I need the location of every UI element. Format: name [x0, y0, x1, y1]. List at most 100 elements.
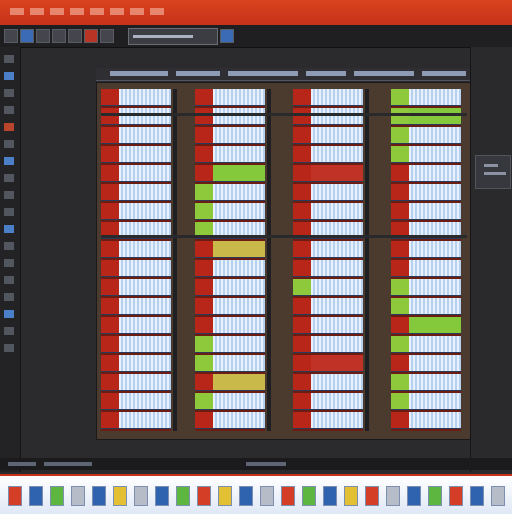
canvas-cell[interactable]: [293, 203, 363, 220]
canvas-cell[interactable]: [391, 298, 461, 315]
canvas-cell[interactable]: [293, 89, 363, 106]
video-icon[interactable]: [239, 486, 253, 506]
canvas-cell[interactable]: [195, 127, 265, 144]
canvas-cell[interactable]: [293, 279, 363, 296]
canvas-cell[interactable]: [293, 298, 363, 315]
cut-icon[interactable]: [4, 123, 14, 131]
brush-icon[interactable]: [4, 327, 14, 335]
canvas-cell[interactable]: [293, 393, 363, 410]
menu-item[interactable]: [90, 8, 104, 15]
canvas-cell[interactable]: [391, 279, 461, 296]
canvas-cell[interactable]: [195, 393, 265, 410]
canvas-cell[interactable]: [391, 89, 461, 106]
menu-item[interactable]: [150, 8, 164, 15]
open-icon[interactable]: [68, 29, 82, 43]
pan-icon[interactable]: [4, 106, 14, 114]
ruler-icon[interactable]: [4, 242, 14, 250]
canvas-cell[interactable]: [293, 412, 363, 429]
canvas-cell[interactable]: [101, 298, 171, 315]
calendar-icon[interactable]: [281, 486, 295, 506]
canvas-cell[interactable]: [195, 241, 265, 258]
file-path-field[interactable]: [128, 28, 218, 45]
browser-icon[interactable]: [29, 486, 43, 506]
canvas-cell[interactable]: [195, 317, 265, 334]
canvas-cell[interactable]: [391, 374, 461, 391]
canvas-cell[interactable]: [101, 165, 171, 182]
photos-icon[interactable]: [407, 486, 421, 506]
mail-icon[interactable]: [92, 486, 106, 506]
canvas-cell[interactable]: [391, 127, 461, 144]
fill-icon[interactable]: [4, 276, 14, 284]
canvas-cell[interactable]: [391, 108, 461, 125]
canvas-cell[interactable]: [391, 203, 461, 220]
save-icon[interactable]: [20, 29, 34, 43]
editor-icon[interactable]: [155, 486, 169, 506]
folder-icon[interactable]: [4, 29, 18, 43]
canvas-cell[interactable]: [391, 184, 461, 201]
canvas-cell[interactable]: [293, 241, 363, 258]
canvas-cell[interactable]: [101, 317, 171, 334]
canvas-cell[interactable]: [391, 393, 461, 410]
spreadsheet-icon[interactable]: [176, 486, 190, 506]
crop-icon[interactable]: [4, 293, 14, 301]
clock-icon[interactable]: [449, 486, 463, 506]
canvas-cell[interactable]: [293, 146, 363, 163]
canvas-cell[interactable]: [293, 165, 363, 182]
marker-icon[interactable]: [4, 225, 14, 233]
canvas-cell[interactable]: [101, 127, 171, 144]
grid-icon[interactable]: [4, 191, 14, 199]
canvas-cell[interactable]: [195, 89, 265, 106]
settings-icon[interactable]: [134, 486, 148, 506]
store-icon[interactable]: [365, 486, 379, 506]
menu-item[interactable]: [130, 8, 144, 15]
image-icon[interactable]: [197, 486, 211, 506]
chat-icon[interactable]: [113, 486, 127, 506]
select-icon[interactable]: [4, 55, 14, 63]
canvas-cell[interactable]: [195, 203, 265, 220]
camera-icon[interactable]: [386, 486, 400, 506]
weather-icon[interactable]: [344, 486, 358, 506]
canvas-cell[interactable]: [195, 374, 265, 391]
canvas-cell[interactable]: [391, 336, 461, 353]
canvas-cell[interactable]: [195, 146, 265, 163]
canvas-cell[interactable]: [101, 374, 171, 391]
canvas-cell[interactable]: [101, 108, 171, 125]
canvas-cell[interactable]: [391, 165, 461, 182]
move-icon[interactable]: [4, 72, 14, 80]
canvas-cell[interactable]: [101, 355, 171, 372]
canvas-cell[interactable]: [195, 355, 265, 372]
text-icon[interactable]: [4, 157, 14, 165]
zoom-icon[interactable]: [4, 89, 14, 97]
line-icon[interactable]: [4, 344, 14, 352]
canvas-cell[interactable]: [293, 127, 363, 144]
canvas-cell[interactable]: [391, 355, 461, 372]
canvas-cell[interactable]: [391, 146, 461, 163]
canvas-cell[interactable]: [293, 374, 363, 391]
canvas-cell[interactable]: [101, 279, 171, 296]
canvas-cell[interactable]: [101, 146, 171, 163]
canvas-cell[interactable]: [101, 336, 171, 353]
canvas-cell[interactable]: [195, 298, 265, 315]
canvas-cell[interactable]: [101, 393, 171, 410]
terminal-icon[interactable]: [260, 486, 274, 506]
network-icon[interactable]: [470, 486, 484, 506]
media-icon[interactable]: [71, 486, 85, 506]
canvas-cell[interactable]: [293, 108, 363, 125]
pen-icon[interactable]: [4, 310, 14, 318]
canvas-cell[interactable]: [391, 412, 461, 429]
cut-icon[interactable]: [84, 29, 98, 43]
canvas-cell[interactable]: [195, 412, 265, 429]
canvas-cell[interactable]: [101, 260, 171, 277]
canvas-cell[interactable]: [293, 355, 363, 372]
maps-icon[interactable]: [302, 486, 316, 506]
canvas-cell[interactable]: [101, 412, 171, 429]
properties-box[interactable]: [475, 155, 511, 189]
canvas-cell[interactable]: [101, 241, 171, 258]
folder-icon[interactable]: [50, 486, 64, 506]
canvas-cell[interactable]: [293, 317, 363, 334]
document-canvas[interactable]: [96, 82, 472, 440]
menu-item[interactable]: [110, 8, 124, 15]
shape-icon[interactable]: [4, 174, 14, 182]
canvas-cell[interactable]: [195, 336, 265, 353]
notes-icon[interactable]: [323, 486, 337, 506]
